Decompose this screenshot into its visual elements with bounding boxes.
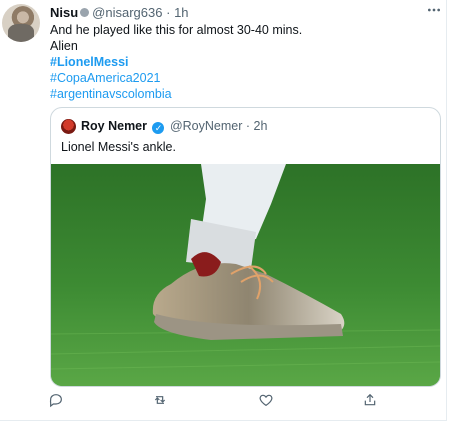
reply-icon[interactable]: [48, 392, 68, 412]
quoted-photo[interactable]: [51, 164, 440, 386]
avatar[interactable]: [2, 4, 40, 42]
quoted-text: Lionel Messi's ankle.: [61, 140, 176, 154]
hashtag-link[interactable]: #CopaAmerica2021: [50, 70, 161, 86]
separator: ·: [166, 5, 171, 20]
tweet-text-line: And he played like this for almost 30-40…: [50, 23, 303, 37]
quoted-avatar: [61, 119, 76, 134]
tweet-header: Nisu @nisarg636 · 1h: [50, 5, 189, 20]
profile-badge-icon: [80, 8, 90, 17]
quoted-author-name: Roy Nemer: [81, 119, 147, 133]
tweet-actions: [0, 386, 446, 416]
tweet-text-line: Alien: [50, 39, 78, 53]
hashtag-link[interactable]: #LionelMessi: [50, 54, 129, 70]
quoted-time: 2h: [253, 119, 268, 133]
hashtag-link[interactable]: #argentinavscolombia: [50, 86, 172, 102]
verified-icon: ✓: [152, 122, 165, 134]
like-icon[interactable]: [258, 392, 278, 412]
quoted-handle: @RoyNemer: [169, 119, 243, 133]
author-name[interactable]: Nisu: [50, 5, 78, 20]
photo-football-boot: [51, 164, 440, 386]
quoted-tweet[interactable]: Roy Nemer ✓ @RoyNemer · 2h Lionel Messi'…: [50, 107, 441, 387]
separator: ·: [245, 119, 251, 133]
author-handle[interactable]: @nisarg636: [92, 5, 162, 20]
share-icon[interactable]: [362, 392, 382, 412]
more-icon[interactable]: [426, 2, 442, 23]
retweet-icon[interactable]: [151, 392, 171, 412]
tweet-time[interactable]: 1h: [174, 5, 188, 20]
quoted-header: Roy Nemer ✓ @RoyNemer · 2h: [81, 119, 267, 134]
